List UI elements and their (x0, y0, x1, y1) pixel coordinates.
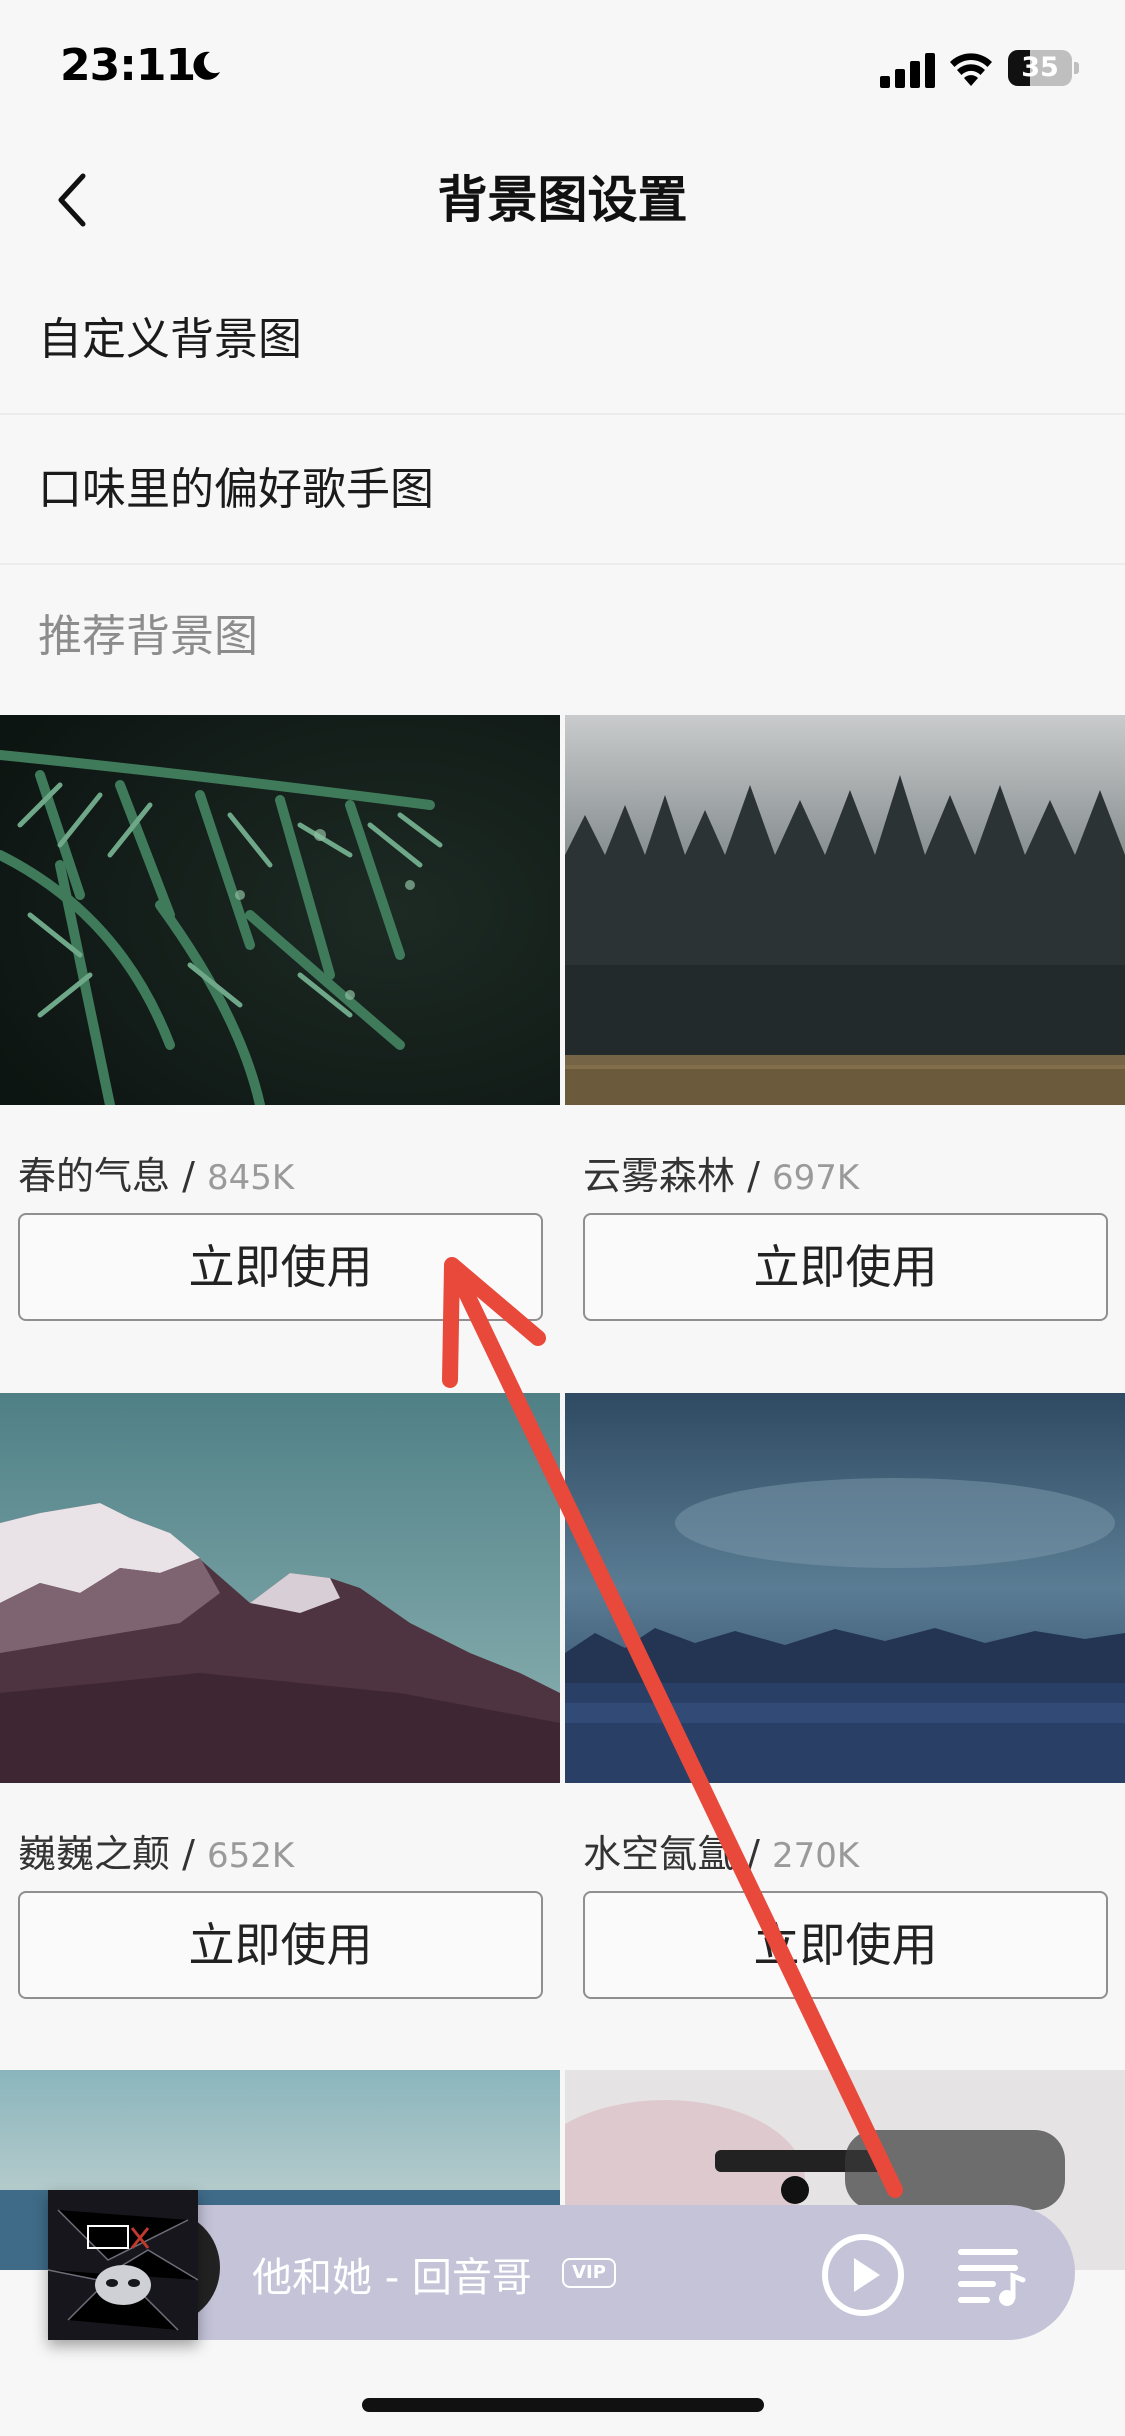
card-caption: 水空氤氲 / 270K (583, 1823, 859, 1878)
home-indicator (362, 2398, 764, 2412)
moon-icon (193, 51, 220, 80)
card-caption: 云雾森林 / 697K (583, 1145, 859, 1200)
battery-percent: 35 (1021, 52, 1059, 83)
wifi-icon (950, 53, 992, 86)
card-size: 697K (771, 1158, 860, 1198)
card-caption: 春的气息 / 845K (18, 1145, 294, 1200)
use-now-button[interactable]: 立即使用 (583, 1891, 1108, 1999)
card-name: 水空氤氲 (583, 1832, 736, 1876)
background-thumbnail[interactable] (565, 715, 1125, 1105)
album-art[interactable] (47, 2190, 199, 2340)
use-now-button[interactable]: 立即使用 (18, 1891, 543, 1999)
page-title: 背景图设置 (437, 171, 688, 229)
preferred-singer-row[interactable]: 口味里的偏好歌手图 (0, 415, 1125, 565)
background-thumbnail[interactable] (0, 1393, 560, 1783)
caption-separator: / (735, 1154, 772, 1198)
background-card: 巍巍之颠 / 652K 立即使用 (0, 1393, 560, 2013)
background-card: 水空氤氲 / 270K 立即使用 (565, 1393, 1125, 2013)
chevron-left-icon (58, 173, 86, 227)
card-size: 845K (206, 1158, 295, 1198)
caption-separator: / (170, 1832, 207, 1876)
use-now-button[interactable]: 立即使用 (18, 1213, 543, 1321)
custom-background-row[interactable]: 自定义背景图 (0, 265, 1125, 415)
card-caption: 巍巍之颠 / 652K (18, 1823, 294, 1878)
use-now-button[interactable]: 立即使用 (583, 1213, 1108, 1321)
card-name: 云雾森林 (583, 1154, 736, 1198)
signal-icon (880, 53, 935, 88)
card-name: 春的气息 (18, 1154, 171, 1198)
play-button[interactable] (820, 2232, 906, 2318)
background-thumbnail[interactable] (0, 715, 560, 1105)
playlist-icon (958, 2249, 1026, 2306)
card-size: 652K (206, 1836, 295, 1876)
vip-badge: VIP (562, 2258, 616, 2288)
recommended-section-label: 推荐背景图 (38, 611, 258, 662)
back-button[interactable] (36, 158, 106, 242)
background-thumbnail[interactable] (565, 1393, 1125, 1783)
playlist-button[interactable] (955, 2238, 1027, 2310)
background-card: 春的气息 / 845K 立即使用 (0, 715, 560, 1335)
nav-bar: 背景图设置 (0, 140, 1125, 260)
battery-indicator: 35 (1008, 50, 1079, 86)
card-size: 270K (771, 1836, 860, 1876)
status-time: 23:11 (60, 40, 196, 91)
background-card: 云雾森林 / 697K 立即使用 (565, 715, 1125, 1335)
play-circle-icon (822, 2234, 904, 2316)
caption-separator: / (735, 1832, 772, 1876)
caption-separator: / (170, 1154, 207, 1198)
now-playing-title[interactable]: 他和她 - 回音哥 (252, 2245, 532, 2303)
background-settings-screen: 23:11 35 背景图设置 自定义背景图 口味里的偏好歌手图 推荐背景图 春的… (0, 0, 1125, 2436)
status-bar: 23:11 35 (0, 0, 1125, 140)
card-name: 巍巍之颠 (18, 1832, 171, 1876)
